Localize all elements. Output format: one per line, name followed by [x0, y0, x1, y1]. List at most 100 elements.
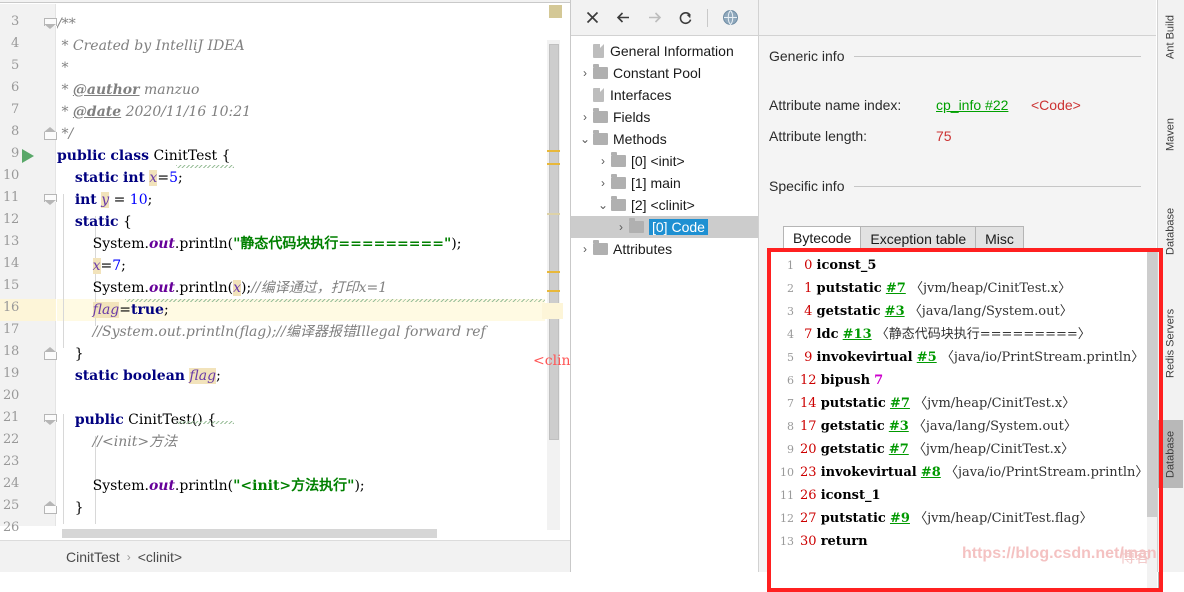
breadcrumb-method[interactable]: <clinit>	[138, 549, 182, 565]
tab-exception-table[interactable]: Exception table	[860, 226, 977, 250]
tab-misc[interactable]: Misc	[975, 226, 1024, 250]
chevron-right-icon[interactable]: ›	[577, 109, 593, 125]
editor-horizontal-scrollbar-thumb[interactable]	[62, 529, 437, 538]
code-line[interactable]: /**	[57, 13, 76, 35]
code-line[interactable]: public CinitTest() {	[57, 409, 216, 431]
chevron-right-icon[interactable]: ›	[595, 153, 611, 169]
code-line[interactable]: }	[57, 497, 84, 519]
bytecode-instruction[interactable]: 1 putstatic #7 〈jvm/heap/CinitTest.x〉	[800, 277, 1071, 300]
code-line[interactable]: }	[57, 343, 84, 365]
tree-node[interactable]: ⌄ [2] <clinit>	[571, 194, 759, 216]
bytecode-instruction[interactable]: 30 return	[800, 530, 868, 553]
fold-marker-open[interactable]	[44, 194, 57, 207]
bytecode-instruction[interactable]: 23 invokevirtual #8 〈java/io/PrintStream…	[800, 461, 1148, 484]
error-stripe-mark[interactable]	[547, 290, 560, 292]
fold-marker-open[interactable]	[44, 18, 57, 31]
code-line[interactable]: * @author manzuo	[57, 79, 199, 101]
bytecode-instruction[interactable]: 14 putstatic #7 〈jvm/heap/CinitTest.x〉	[800, 392, 1075, 415]
close-icon[interactable]	[581, 7, 603, 29]
tree-node[interactable]: › Constant Pool	[571, 62, 759, 84]
code-line[interactable]: System.out.println("<init>方法执行");	[57, 475, 365, 497]
bytecode-instruction[interactable]: 0 iconst_5	[800, 254, 876, 277]
code-line[interactable]: System.out.println("静态代码块执行=========");	[57, 233, 462, 255]
tree-node[interactable]: › [0] <init>	[571, 150, 759, 172]
tool-window-tab-maven[interactable]: Maven	[1158, 110, 1183, 158]
chevron-right-icon[interactable]: ›	[613, 219, 629, 235]
code-line[interactable]: static int x=5;	[57, 167, 183, 189]
error-stripe-mark[interactable]	[547, 150, 560, 152]
error-stripe-caret-mark[interactable]	[542, 303, 563, 319]
code-line[interactable]: System.out.println(x);//编译通过，打印x=1	[57, 277, 387, 299]
tree-node[interactable]: General Information	[571, 40, 759, 62]
generic-info-title: Generic info	[769, 48, 845, 64]
editor-vertical-scrollbar-thumb[interactable]	[549, 44, 559, 440]
tree-node[interactable]: › [1] main	[571, 172, 759, 194]
code-line[interactable]: */	[57, 123, 73, 145]
chevron-right-icon[interactable]: ›	[595, 175, 611, 191]
chevron-down-icon[interactable]: ⌄	[577, 131, 593, 147]
bytecode-instruction[interactable]: 7 ldc #13 〈静态代码块执行=========〉	[800, 323, 1091, 346]
browse-icon[interactable]	[719, 7, 741, 29]
bytecode-instruction[interactable]: 9 invokevirtual #5 〈java/io/PrintStream.…	[800, 346, 1144, 369]
editor-gutter[interactable]: 3 4 5 6 7 8 9 10 11 12 13 14 15 16 17 18 19 20 21 22 23 24 25 2…	[0, 4, 57, 535]
bytecode-cp-ref[interactable]: #5	[917, 350, 937, 365]
code-line[interactable]: //<init>方法	[57, 431, 178, 453]
bytecode-instruction[interactable]: 4 getstatic #3 〈java/lang/System.out〉	[800, 300, 1073, 323]
error-stripe-mark[interactable]	[547, 213, 560, 215]
bytecode-instruction[interactable]: 26 iconst_1	[800, 484, 881, 507]
tree-body[interactable]: General Information › Constant Pool Interfa…	[571, 36, 759, 572]
chevron-right-icon[interactable]: ›	[577, 65, 593, 81]
bytecode-cp-ref[interactable]: #13	[843, 327, 872, 342]
bytecode-instruction[interactable]: 17 getstatic #3 〈java/lang/System.out〉	[800, 415, 1077, 438]
bytecode-cp-ref[interactable]: #3	[889, 419, 909, 434]
bytecode-scrollbar-thumb[interactable]	[1147, 252, 1157, 517]
tool-window-tab-database[interactable]: Database	[1158, 200, 1183, 262]
back-icon[interactable]	[612, 7, 634, 29]
code-line[interactable]: public class CinitTest {	[57, 145, 231, 167]
tool-window-tab-ant-build[interactable]: Ant Build	[1158, 6, 1183, 68]
code-line[interactable]: static boolean flag;	[57, 365, 221, 387]
error-stripe-mark[interactable]	[547, 163, 560, 165]
breadcrumb[interactable]: CinitTest › <clinit>	[0, 540, 571, 572]
breadcrumb-class[interactable]: CinitTest	[66, 549, 120, 565]
bytecode-cp-ref[interactable]: #7	[889, 442, 909, 457]
fold-marker-close[interactable]	[44, 347, 57, 361]
fold-marker-close[interactable]	[44, 501, 57, 515]
tree-node[interactable]: ⌄ Methods	[571, 128, 759, 150]
bytecode-instruction[interactable]: 20 getstatic #7 〈jvm/heap/CinitTest.x〉	[800, 438, 1074, 461]
detail-tabstrip[interactable]: Bytecode Exception table Misc	[783, 226, 1024, 250]
code-line[interactable]: *	[57, 57, 68, 79]
tree-node[interactable]: › [0] Code	[571, 216, 759, 238]
code-line[interactable]: x=7;	[57, 255, 126, 277]
bytecode-listing-panel[interactable]: 1 0 iconst_5 2 1 putstatic #7 〈jvm/heap/C…	[769, 250, 1159, 590]
error-stripe-mark[interactable]	[547, 271, 560, 273]
fold-marker-close[interactable]	[44, 127, 57, 141]
reload-icon[interactable]	[674, 7, 696, 29]
attribute-name-index-value-link[interactable]: cp_info #22	[936, 97, 1008, 113]
run-gutter-icon[interactable]	[22, 149, 34, 163]
code-line[interactable]: int y = 10;	[57, 189, 152, 211]
tree-node[interactable]: › Fields	[571, 106, 759, 128]
bytecode-cp-ref[interactable]: #7	[890, 396, 910, 411]
bytecode-cp-ref[interactable]: #7	[886, 281, 906, 296]
fold-marker-open[interactable]	[44, 414, 57, 427]
bytecode-cp-ref[interactable]: #8	[921, 465, 941, 480]
tool-window-tab-redis-servers[interactable]: Redis Servers	[1158, 300, 1183, 386]
code-line[interactable]: * @date 2020/11/16 10:21	[57, 101, 251, 123]
code-line[interactable]: //System.out.println(flag);//编译器报错Illega…	[57, 321, 486, 343]
bytecode-instruction[interactable]: 27 putstatic #9 〈jvm/heap/CinitTest.flag…	[800, 507, 1093, 530]
code-line[interactable]: * Created by IntelliJ IDEA	[57, 35, 244, 57]
tool-window-tab-database[interactable]: Database	[1158, 420, 1183, 488]
chevron-right-icon[interactable]: ›	[577, 241, 593, 257]
code-text-area[interactable]: /** * Created by IntelliJ IDEA * * @auth…	[57, 4, 545, 526]
bytecode-cp-ref[interactable]: #9	[890, 511, 910, 526]
error-stripe-top-marker[interactable]	[549, 5, 562, 18]
chevron-down-icon[interactable]: ⌄	[595, 197, 611, 213]
tab-bytecode[interactable]: Bytecode	[783, 226, 862, 250]
code-line[interactable]: static {	[57, 211, 132, 233]
bytecode-instruction[interactable]: 12 bipush 7	[800, 369, 883, 392]
code-line[interactable]: flag=true;	[57, 299, 169, 321]
bytecode-cp-ref[interactable]: #3	[885, 304, 905, 319]
tree-node[interactable]: › Attributes	[571, 238, 759, 260]
tree-node[interactable]: Interfaces	[571, 84, 759, 106]
